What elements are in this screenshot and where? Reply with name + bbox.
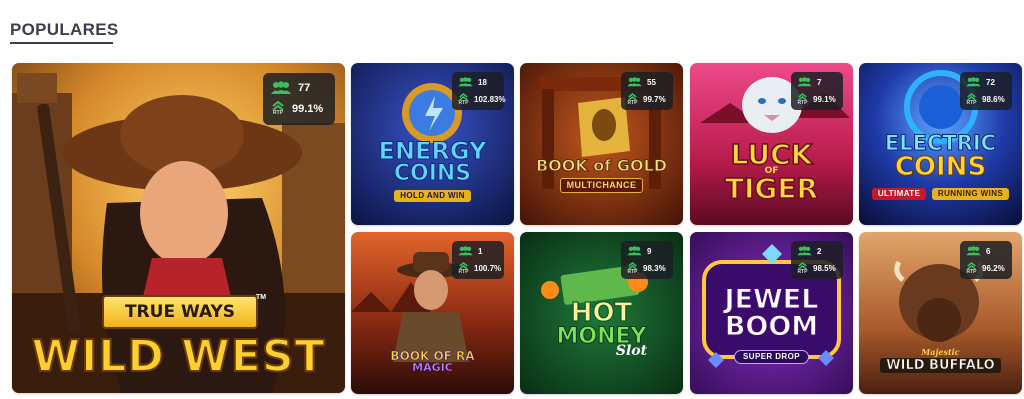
game-title: BOOK OF RA MAGIC: [390, 349, 475, 374]
section-title: POPULARES: [10, 20, 119, 39]
players-icon: [797, 77, 812, 87]
rtp-value: 98.6%: [982, 95, 1005, 104]
players-icon: [627, 246, 642, 256]
rtp-icon: RTP: [627, 93, 638, 106]
rtp-icon: RTP: [271, 101, 285, 116]
rtp-value: 99.1%: [292, 102, 324, 115]
stats-panel: 77 RTP 99.1%: [263, 73, 335, 125]
game-tile-electric-coins[interactable]: ELECTRIC COINS ULTIMATE RUNNING WINS 72 …: [859, 63, 1022, 225]
rtp-icon: RTP: [458, 93, 469, 106]
game-title: Majestic WILD BUFFALO: [859, 348, 1022, 373]
stats-panel: 1 RTP 100.7%: [452, 241, 504, 279]
players-icon: [627, 77, 642, 87]
rtp-value: 102.83%: [474, 95, 506, 104]
game-title: ELECTRIC COINS ULTIMATE RUNNING WINS: [859, 132, 1022, 200]
rtp-value: 99.7%: [643, 95, 666, 104]
game-tile-wild-west[interactable]: 77 RTP 99.1% TRUE WAYS TM WILD WEST: [12, 63, 345, 393]
rtp-icon: RTP: [797, 262, 808, 275]
game-title: JEWEL BOOM SUPER DROP: [690, 286, 853, 364]
game-tile-book-of-ra-magic[interactable]: BOOK OF RA MAGIC 1 RTP 100.7%: [351, 232, 514, 394]
player-count: 6: [986, 246, 991, 256]
trademark-mark: TM: [256, 294, 267, 301]
player-count: 9: [647, 246, 652, 256]
stats-panel: 7 RTP 99.1%: [791, 72, 843, 110]
section-title-underline: [10, 42, 113, 44]
game-title: WILD WEST: [30, 330, 326, 383]
rtp-icon: RTP: [627, 262, 638, 275]
stats-panel: 6 RTP 96.2%: [960, 241, 1012, 279]
game-title: ENERGY COINS HOLD AND WIN: [378, 137, 487, 202]
game-title: LUCK OF TIGER: [724, 138, 819, 205]
stats-panel: 2 RTP 98.5%: [791, 241, 843, 279]
player-count: 2: [817, 246, 822, 256]
rtp-icon: RTP: [797, 93, 808, 106]
player-count: 1: [478, 246, 483, 256]
rtp-value: 98.3%: [643, 264, 666, 273]
game-badge: TRUE WAYS: [102, 295, 258, 329]
player-count: 55: [647, 77, 656, 87]
rtp-value: 96.2%: [982, 264, 1005, 273]
stats-panel: 55 RTP 99.7%: [621, 72, 673, 110]
game-tile-jewel-boom[interactable]: JEWEL BOOM SUPER DROP 2 RTP 98.5%: [690, 232, 853, 394]
game-title: HOT MONEY Slot: [556, 298, 648, 359]
player-count: 7: [817, 77, 822, 87]
players-icon: [797, 246, 812, 256]
players-icon: [966, 77, 981, 87]
player-count: 77: [298, 82, 311, 94]
stats-panel: 18 RTP 102.83%: [452, 72, 506, 110]
game-tile-energy-coins[interactable]: ENERGY COINS HOLD AND WIN 18 RTP 102.83%: [351, 63, 514, 225]
player-count: 18: [478, 77, 487, 87]
game-tile-luck-of-tiger[interactable]: LUCK OF TIGER 7 RTP 99.1%: [690, 63, 853, 225]
game-tile-wild-buffalo[interactable]: Majestic WILD BUFFALO 6 RTP 96.2%: [859, 232, 1022, 394]
game-tile-hot-money[interactable]: HOT MONEY Slot 9 RTP 98.3%: [520, 232, 683, 394]
rtp-icon: RTP: [458, 262, 469, 275]
rtp-value: 98.5%: [813, 264, 836, 273]
game-title: BOOK of GOLD MULTICHANCE: [520, 157, 683, 193]
players-icon: [458, 77, 473, 87]
players-icon: [458, 246, 473, 256]
player-count: 72: [986, 77, 995, 87]
stats-panel: 72 RTP 98.6%: [960, 72, 1012, 110]
rtp-value: 99.1%: [813, 95, 836, 104]
players-icon: [966, 246, 981, 256]
rtp-value: 100.7%: [474, 264, 502, 273]
rtp-icon: RTP: [966, 262, 977, 275]
stats-panel: 9 RTP 98.3%: [621, 241, 673, 279]
rtp-icon: RTP: [966, 93, 977, 106]
game-tile-book-of-gold[interactable]: BOOK of GOLD MULTICHANCE 55 RTP 99.7%: [520, 63, 683, 225]
players-icon: [271, 81, 291, 94]
